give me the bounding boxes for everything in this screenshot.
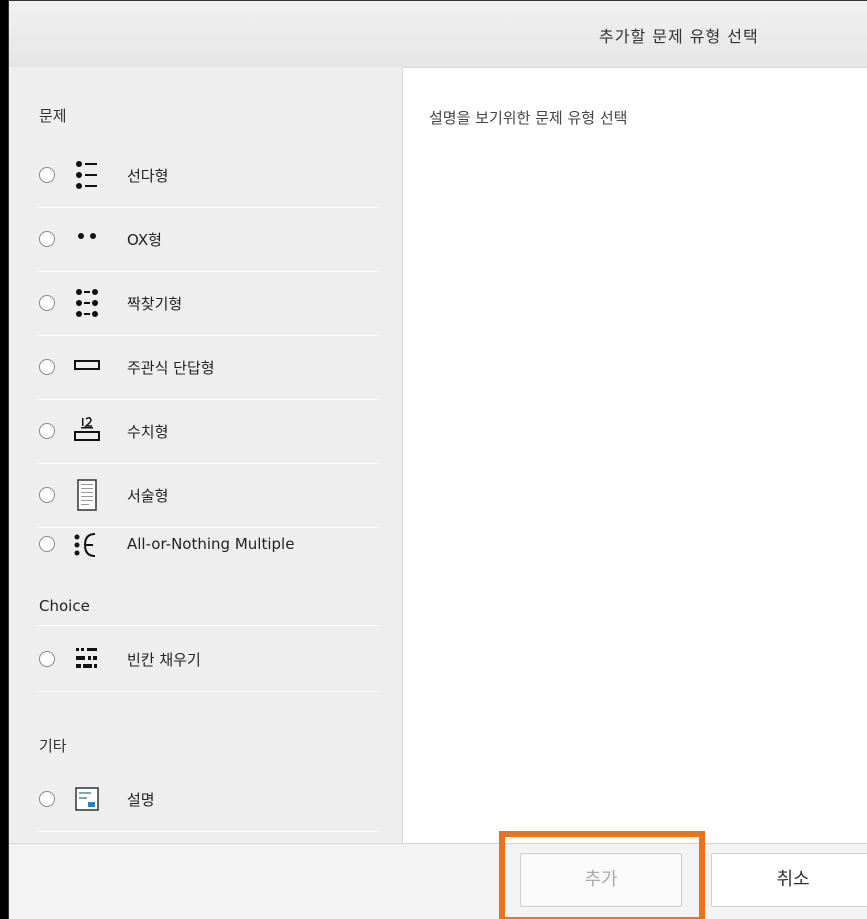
question-type-essay[interactable]: 서술형 — [37, 463, 379, 528]
question-type-multiple-choice[interactable]: 선다형 — [37, 143, 379, 208]
true-false-icon — [73, 224, 101, 254]
description-icon — [73, 784, 101, 814]
cancel-button[interactable]: 취소 — [711, 853, 867, 907]
essay-icon — [73, 479, 101, 511]
radio-cloze[interactable] — [39, 651, 55, 667]
radio-true-false[interactable] — [39, 231, 55, 247]
question-type-label: 주관식 단답형 — [127, 358, 215, 377]
radio-multiple-choice[interactable] — [39, 167, 55, 183]
divider — [37, 625, 379, 626]
question-type-true-false[interactable]: OX형 — [37, 207, 379, 272]
type-description-text: 설명을 보기위한 문제 유형 선택 — [429, 109, 628, 127]
question-type-label: 서술형 — [127, 486, 169, 505]
short-answer-icon — [73, 352, 101, 382]
radio-essay[interactable] — [39, 487, 55, 503]
question-type-label: All-or-Nothing Multiple — [127, 535, 295, 553]
question-type-short-answer[interactable]: 주관식 단답형 — [37, 335, 379, 400]
cloze-icon — [73, 644, 101, 674]
question-type-label: 설명 — [127, 790, 155, 809]
radio-matching[interactable] — [39, 295, 55, 311]
question-type-label: 수치형 — [127, 422, 169, 441]
question-type-label: OX형 — [127, 230, 162, 249]
radio-description[interactable] — [39, 791, 55, 807]
question-type-description[interactable]: 설명 — [37, 767, 379, 832]
radio-short-answer[interactable] — [39, 359, 55, 375]
question-type-label: 빈칸 채우기 — [127, 650, 201, 669]
question-type-numerical[interactable]: 수치형 — [37, 399, 379, 464]
question-type-dialog: 추가할 문제 유형 선택 문제 선다형 OX형 짝찾기형 주관식 단답형 수치형… — [8, 0, 867, 919]
question-type-cloze[interactable]: 빈칸 채우기 — [37, 627, 379, 692]
radio-all-or-nothing[interactable] — [39, 536, 55, 552]
question-type-matching[interactable]: 짝찾기형 — [37, 271, 379, 336]
all-or-nothing-icon — [73, 529, 101, 559]
question-type-label-continuation: Choice — [39, 597, 90, 615]
radio-numerical[interactable] — [39, 423, 55, 439]
section-heading-other: 기타 — [39, 737, 67, 755]
numerical-icon — [73, 416, 101, 446]
add-button-highlight — [499, 831, 705, 919]
section-heading-questions: 문제 — [39, 107, 67, 125]
question-type-all-or-nothing[interactable]: All-or-Nothing Multiple — [37, 527, 379, 561]
dialog-title: 추가할 문제 유형 선택 — [599, 27, 759, 46]
matching-icon — [73, 288, 101, 318]
multiple-choice-icon — [73, 160, 101, 190]
dialog-header: 추가할 문제 유형 선택 — [9, 1, 867, 68]
question-type-label: 짝찾기형 — [127, 294, 183, 313]
question-type-label: 선다형 — [127, 166, 169, 185]
